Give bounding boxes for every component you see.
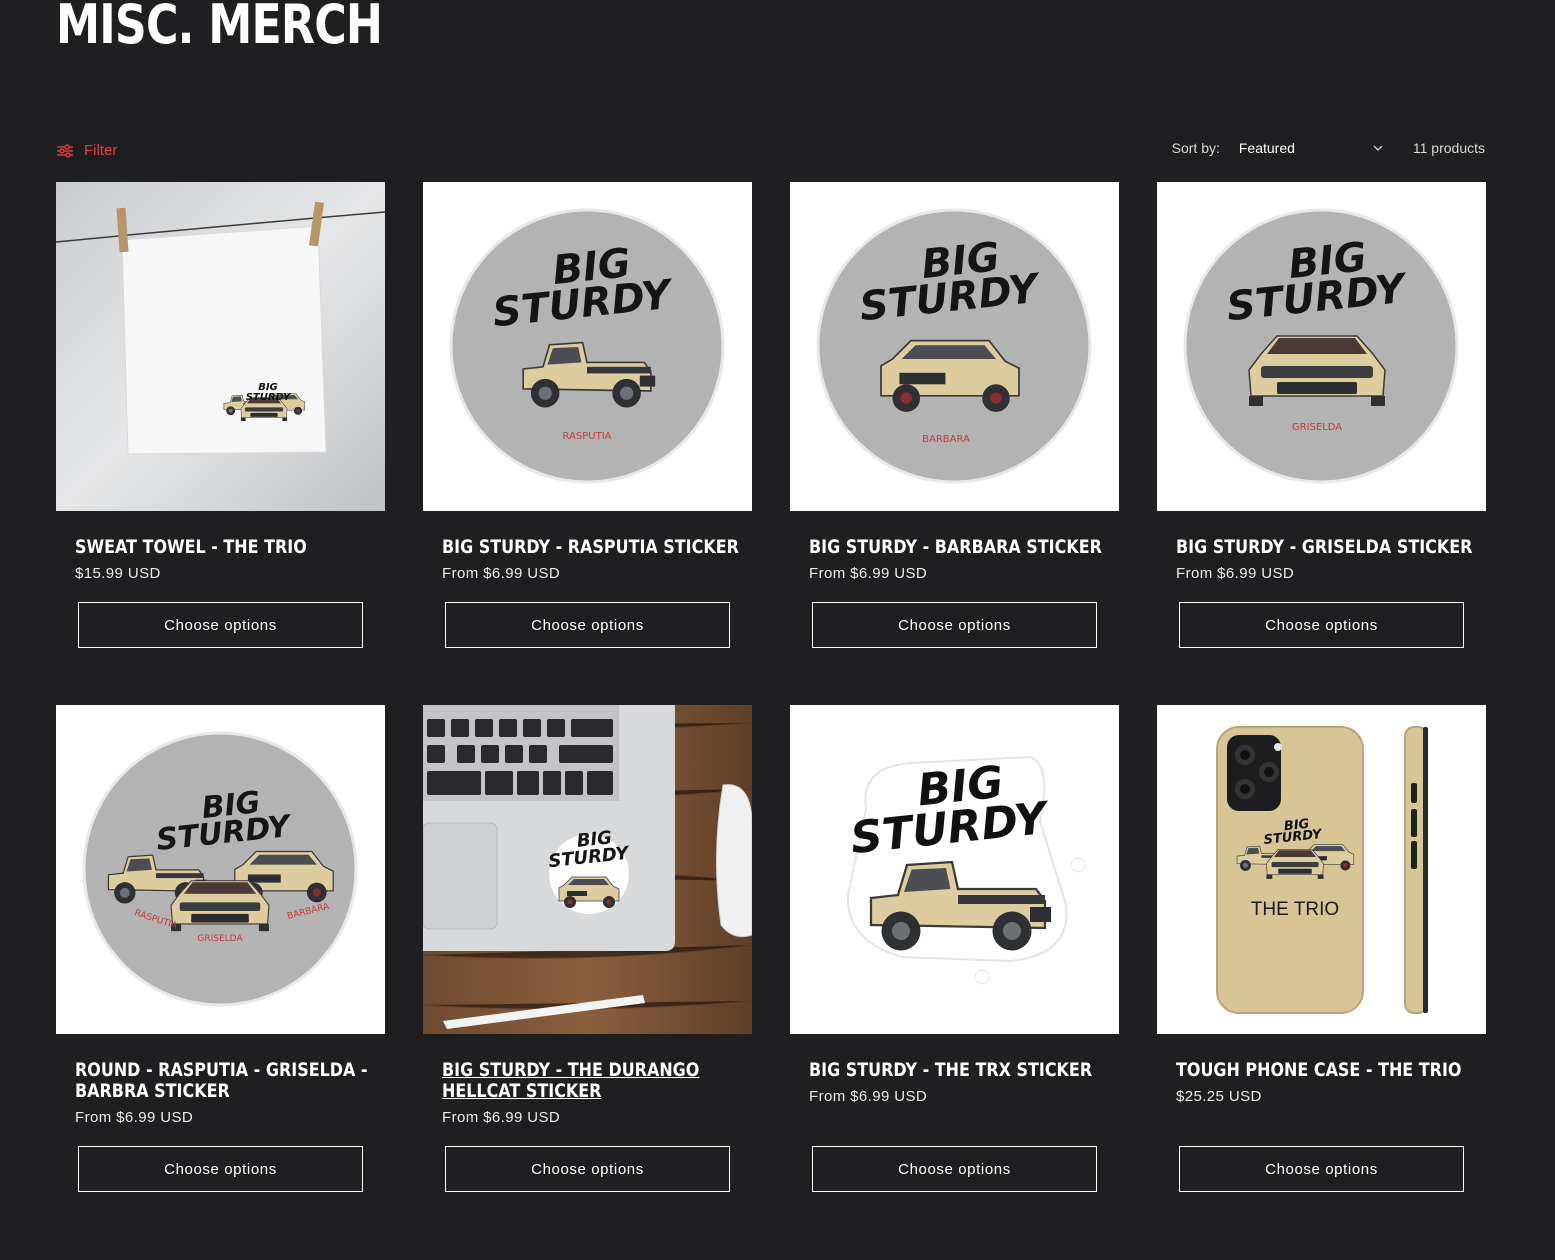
product-price: From $6.99 USD: [442, 565, 561, 582]
choose-options-button[interactable]: Choose options: [78, 602, 363, 648]
product-card: BIG STURDY BIG STURDY - THE TRX STICKER …: [790, 705, 1119, 1228]
product-title[interactable]: BIG STURDY - BARBARA STICKER: [809, 537, 1111, 558]
product-title[interactable]: BIG STURDY - THE DURANGO HELLCAT STICKER: [442, 1060, 744, 1102]
choose-options-button[interactable]: Choose options: [812, 1146, 1097, 1192]
sticker-name: GRISELDA: [197, 934, 243, 944]
product-title[interactable]: BIG STURDY - RASPUTIA STICKER: [442, 537, 744, 558]
product-image[interactable]: BIG STURDY THE TRIO: [1157, 705, 1486, 1034]
product-image[interactable]: BIG STURDY BARBARA: [790, 182, 1119, 511]
choose-options-button[interactable]: Choose options: [1179, 602, 1464, 648]
product-grid: BIG STURDY SWEAT TOWEL - THE TRIO $15.99…: [56, 182, 1486, 1228]
sort-select[interactable]: Featured: [1239, 140, 1383, 156]
choose-options-button[interactable]: Choose options: [445, 602, 730, 648]
sticker-name: BARBARA: [922, 434, 970, 445]
product-card: BIG STURDY RASPUTIA BIG STURDY - RASPUTI…: [423, 182, 752, 705]
product-price: From $6.99 USD: [1176, 565, 1295, 582]
product-card: BIG STURDY GRISELDA BIG STURDY - GRISELD…: [1157, 182, 1486, 705]
sort-bar: Sort by: Featured 11 products: [1172, 140, 1485, 156]
choose-options-button[interactable]: Choose options: [445, 1146, 730, 1192]
svg-text:STURDY: STURDY: [246, 392, 292, 403]
choose-options-button[interactable]: Choose options: [812, 602, 1097, 648]
product-image[interactable]: BIG STURDY: [790, 705, 1119, 1034]
product-price: From $6.99 USD: [442, 1109, 561, 1126]
product-title[interactable]: BIG STURDY - THE TRX STICKER: [809, 1060, 1111, 1081]
product-image[interactable]: BIG STURDY RASPUTIA: [423, 182, 752, 511]
filter-label: Filter: [84, 142, 118, 159]
product-image[interactable]: BIG STURDY RASPUTIA GRISELDA BARBARA: [56, 705, 385, 1034]
product-count: 11 products: [1412, 140, 1485, 156]
product-card: BIG STURDY THE TRIO TOUGH PHONE CASE - T…: [1157, 705, 1486, 1228]
product-price: From $6.99 USD: [809, 1088, 928, 1105]
product-image[interactable]: BIG STURDY: [56, 182, 385, 511]
filter-button[interactable]: Filter: [56, 142, 117, 159]
product-title[interactable]: ROUND - RASPUTIA - GRISELDA - BARBRA STI…: [75, 1060, 377, 1102]
product-card: BIG STURDY SWEAT TOWEL - THE TRIO $15.99…: [56, 182, 385, 705]
page-title: MISC. MERCH: [56, 0, 383, 56]
product-card: BIG STURDY RASPUTIA GRISELDA BARBARA ROU…: [56, 705, 385, 1228]
sort-value: Featured: [1238, 140, 1295, 156]
product-title[interactable]: BIG STURDY - GRISELDA STICKER: [1176, 537, 1478, 558]
product-image[interactable]: BIG STURDY: [423, 705, 752, 1034]
sticker-name: GRISELDA: [1292, 422, 1342, 433]
product-price: From $6.99 USD: [809, 565, 928, 582]
product-card: BIG STURDY BIG STURDY - THE DURANGO HELL…: [423, 705, 752, 1228]
filter-icon: [56, 143, 74, 158]
product-price: $15.99 USD: [75, 565, 161, 582]
product-price: From $6.99 USD: [75, 1109, 194, 1126]
chevron-down-icon: [1373, 145, 1383, 152]
sort-label: Sort by:: [1171, 140, 1220, 156]
product-title[interactable]: TOUGH PHONE CASE - THE TRIO: [1176, 1060, 1478, 1081]
product-price: $25.25 USD: [1176, 1088, 1262, 1105]
choose-options-button[interactable]: Choose options: [1179, 1146, 1464, 1192]
product-card: BIG STURDY BARBARA BIG STURDY - BARBARA …: [790, 182, 1119, 705]
product-title[interactable]: SWEAT TOWEL - THE TRIO: [75, 537, 377, 558]
product-image[interactable]: BIG STURDY GRISELDA: [1157, 182, 1486, 511]
choose-options-button[interactable]: Choose options: [78, 1146, 363, 1192]
sticker-name: RASPUTIA: [563, 431, 612, 442]
case-text: THE TRIO: [1251, 899, 1339, 920]
